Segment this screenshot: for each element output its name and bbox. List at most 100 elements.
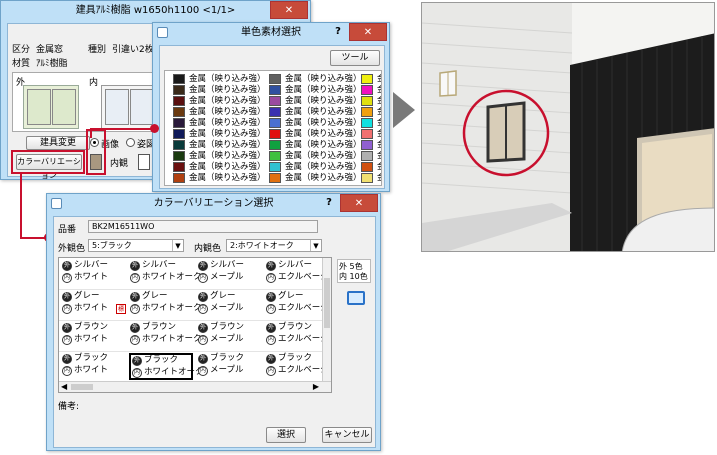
variation-cell[interactable]: 外シルバー内ホワイト — [61, 260, 125, 287]
outer-color-name: グレー — [74, 291, 100, 301]
hinban-field[interactable]: BK2M16511WO — [88, 220, 318, 233]
radio-color[interactable] — [126, 138, 135, 147]
material-close-button[interactable]: ✕ — [349, 23, 387, 41]
side-counts-panel: 外 5色 内 10色 — [337, 259, 371, 283]
outer-color-select[interactable]: 5:ブラック ▼ — [88, 239, 184, 252]
hinban-label: 品番 — [58, 225, 77, 235]
inner-color-value: 2:ホワイトオーク — [230, 241, 294, 250]
outer-color-name: ブラウン — [74, 322, 109, 332]
inner-mark-icon: 内 — [266, 335, 276, 345]
outer-window-thumbnail — [23, 85, 79, 129]
color-variation-window: カラーバリエーション選択 ? ✕ 品番 BK2M16511WO 外観色 5:ブラ… — [46, 193, 381, 451]
col1-material-row[interactable]: 金属（映り込み強） — [173, 172, 268, 184]
horizontal-scrollbar[interactable]: ◀ ▶ — [59, 381, 331, 392]
preview-panel: 外 内 — [12, 72, 162, 132]
select-button[interactable]: 選択 — [266, 427, 306, 443]
connector-line-2a — [20, 172, 22, 238]
outer-color-name: シルバー — [142, 260, 177, 270]
variation-window-body: 品番 BK2M16511WO 外観色 5:ブラック ▼ 内観色 2:ホワイトオー… — [53, 216, 376, 448]
chip-highlight — [86, 129, 106, 175]
variation-cell[interactable]: 標外グレー内ホワイトオーク — [116, 291, 202, 318]
variation-cell[interactable]: 外シルバー内メープル — [197, 260, 261, 287]
outer-color-label: 外観色 — [58, 244, 86, 254]
color-swatch — [361, 96, 373, 106]
tool-button[interactable]: ツール — [330, 50, 380, 66]
color-swatch — [361, 173, 373, 183]
monitor-icon[interactable] — [347, 291, 365, 305]
variation-cell[interactable]: 外ブラック内エクルベージュ — [265, 353, 331, 380]
variation-cell[interactable]: 外グレー内メープル — [197, 291, 261, 318]
material-label: 金属（映り込み強） — [189, 173, 266, 183]
color-swatch — [173, 74, 185, 84]
inner-mark-icon: 内 — [198, 335, 208, 345]
connector-line-1 — [90, 128, 153, 130]
col2-material-row[interactable]: 金属（映り込み強） — [269, 172, 364, 184]
outer-mark-icon: 外 — [266, 323, 276, 333]
outer-mark-icon: 外 — [62, 261, 72, 271]
render-preview — [421, 2, 715, 252]
inner-mark-icon: 内 — [198, 366, 208, 376]
color-swatch — [269, 140, 281, 150]
remarks-label: 備考: — [58, 402, 80, 412]
inner-count: 内 10色 — [339, 272, 368, 281]
inner-color-name: メープル — [210, 365, 244, 375]
inner-color-name: メープル — [210, 303, 244, 313]
variation-cell[interactable]: 外ブラック内メープル — [197, 353, 261, 380]
inner-mark-icon: 内 — [62, 335, 72, 345]
color-swatch — [173, 129, 185, 139]
color-swatch — [173, 107, 185, 117]
outer-mark-icon: 外 — [132, 356, 142, 366]
variation-cell[interactable]: 外グレー内エクルベージュ — [265, 291, 331, 318]
variation-cell[interactable]: 外ブラック内ホワイト — [61, 353, 125, 380]
outer-color-name: グレー — [210, 291, 236, 301]
col3-material-row[interactable]: 金 — [361, 172, 381, 184]
outer-color-name: ブラック — [210, 353, 245, 363]
outer-mark-icon: 外 — [266, 292, 276, 302]
inner-color-select[interactable]: 2:ホワイトオーク ▼ — [226, 239, 322, 252]
inner-color-name: メープル — [210, 334, 244, 344]
variation-cell[interactable]: 外ブラウン内エクルベージュ — [265, 322, 331, 349]
connector-dot-1 — [150, 124, 159, 133]
cancel-button[interactable]: キャンセル — [322, 427, 372, 443]
fitting-window-title: 建具ｱﾙﾐ樹脂 w1650h1100 <1/1> — [75, 5, 236, 16]
chevron-down-icon: ▼ — [172, 240, 183, 251]
color-swatch — [361, 151, 373, 161]
kubun-label: 区分 — [12, 45, 31, 55]
variation-cell[interactable]: 外シルバー内ホワイトオーク — [129, 260, 202, 287]
color-swatch — [361, 74, 373, 84]
fitting-window-close-button[interactable]: ✕ — [270, 1, 308, 19]
inner-color-chip[interactable] — [138, 154, 150, 170]
color-swatch — [269, 96, 281, 106]
color-swatch — [361, 129, 373, 139]
grid-row-separator — [59, 320, 325, 321]
color-swatch — [269, 85, 281, 95]
color-swatch — [173, 118, 185, 128]
variation-cell[interactable]: 外ブラウン内ホワイトオーク — [129, 322, 202, 349]
variation-close-button[interactable]: ✕ — [340, 194, 378, 212]
variation-cell[interactable]: 外ブラウン内ホワイト — [61, 322, 125, 349]
material-select-window: 単色素材選択 ? ✕ ツール 金属（映り込み強） 金属（映り込み強） 金属（映り込み… — [152, 22, 390, 192]
material-help-button[interactable]: ? — [329, 23, 347, 41]
material-column-1: 金属（映り込み強） 金属（映り込み強） 金属（映り込み強） 金属（映り込み強） 金属（映… — [173, 73, 268, 185]
change-fitting-button[interactable]: 建具変更 — [26, 136, 90, 150]
color-swatch — [269, 151, 281, 161]
grid-row-separator — [59, 351, 325, 352]
variation-cell[interactable]: 外ブラック内ホワイトオーク — [129, 353, 204, 380]
outer-mark-icon: 外 — [130, 261, 140, 271]
inner-color-name: ホワイトオーク — [144, 367, 204, 377]
variation-cell[interactable]: 外シルバー内エクルベージュ — [265, 260, 331, 287]
outer-color-name: ブラウン — [278, 322, 313, 332]
variation-grid: 外シルバー内ホワイト外シルバー内ホワイトオーク外シルバー内メープル外シルバー内エ… — [58, 257, 332, 393]
inner-color-name: ホワイトオーク — [142, 334, 202, 344]
color-swatch — [173, 151, 185, 161]
outer-color-name: グレー — [278, 291, 304, 301]
inner-mark-icon: 内 — [130, 304, 140, 314]
kubun-value: 金属窓 — [36, 45, 64, 55]
inner-mark-icon: 内 — [266, 304, 276, 314]
variation-help-button[interactable]: ? — [320, 194, 338, 212]
variation-cell[interactable]: 外ブラウン内メープル — [197, 322, 261, 349]
shubetsu-value: 引違い2枚 — [112, 45, 154, 55]
vertical-scrollbar[interactable] — [322, 258, 331, 382]
color-swatch — [361, 162, 373, 172]
color-swatch — [361, 85, 373, 95]
